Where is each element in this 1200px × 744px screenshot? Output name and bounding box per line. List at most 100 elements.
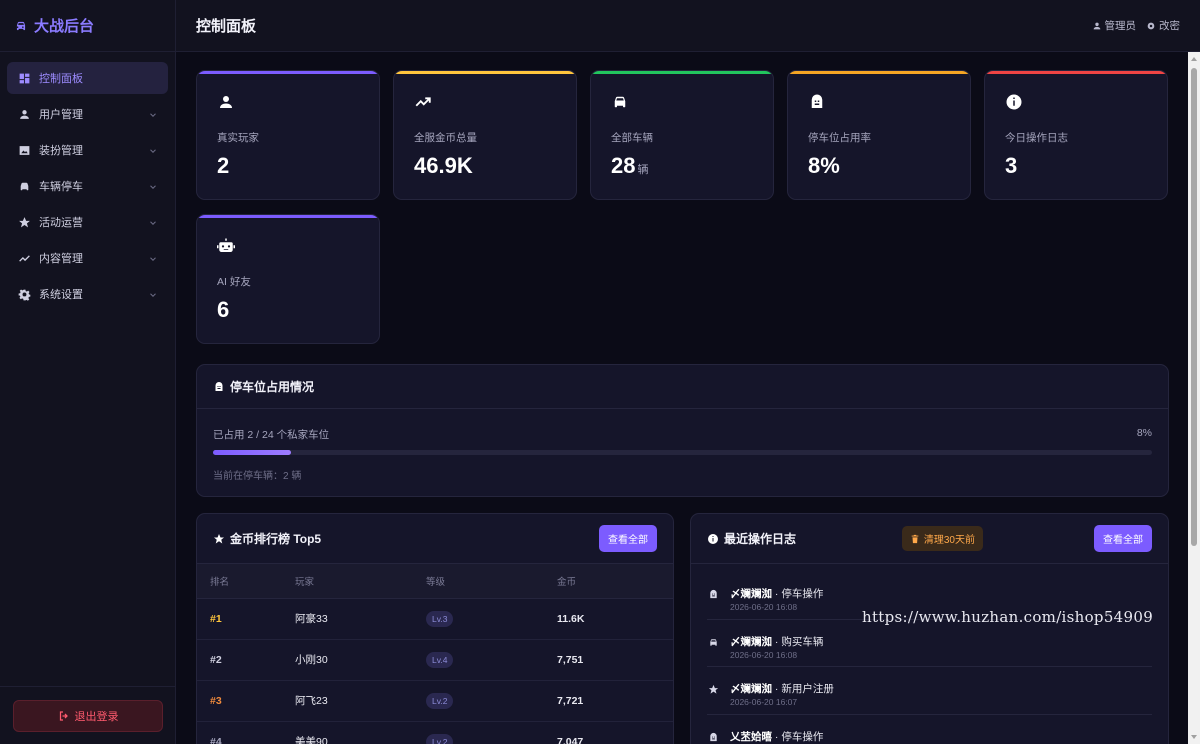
parking-icon	[213, 381, 225, 393]
panel-title: 停车位占用情况	[230, 380, 315, 394]
panel-title: 最近操作日志	[724, 532, 797, 546]
rank-cell: #2	[197, 639, 295, 681]
level-cell: Lv.4	[426, 639, 557, 681]
stat-label: 全服金币总量	[414, 132, 477, 144]
sidebar: 大战后台 控制面板 用户管理 装扮管理 车辆停车 活动运营 内容管理 系统设置 …	[0, 0, 176, 744]
coins-cell: 7,751	[557, 639, 673, 681]
table-row[interactable]: #1 阿豪33 Lv.3 11.6K	[197, 598, 673, 640]
occupancy-progress-fill	[213, 450, 291, 455]
logout-icon	[58, 710, 70, 722]
car-icon	[17, 179, 31, 193]
recent-logs-panel: 最近操作日志 清理30天前 查看全部 〆斓斓洳 · 停车操作 2026-06-2…	[690, 513, 1169, 744]
level-badge: Lv.3	[426, 610, 454, 627]
log-time: 2026-06-20 16:08	[730, 649, 798, 660]
list-item[interactable]: 〆斓斓洳 · 购买车辆 2026-06-20 16:08	[707, 620, 1152, 667]
parking-icon	[808, 93, 826, 111]
list-item[interactable]: 〆斓斓洳 · 新用户注册 2026-06-20 16:07	[707, 667, 1152, 715]
occupancy-progress-bar	[213, 450, 1152, 455]
chevron-down-icon	[148, 109, 158, 119]
change-password-label: 改密	[1159, 20, 1180, 32]
coins-cell: 11.6K	[557, 598, 673, 640]
clear-old-logs-button[interactable]: 清理30天前	[901, 526, 983, 551]
sidebar-item-outfits[interactable]: 装扮管理	[7, 134, 168, 166]
sidebar-item-vehicles[interactable]: 车辆停车	[7, 170, 168, 202]
log-title: 〆斓斓洳 · 新用户注册	[730, 683, 834, 695]
info-icon	[1005, 93, 1023, 111]
image-icon	[17, 143, 31, 157]
occupancy-note: 当前在停车辆：2 辆	[213, 471, 302, 482]
sidebar-item-events[interactable]: 活动运营	[7, 206, 168, 238]
stat-label: 全部车辆	[611, 132, 653, 144]
list-item[interactable]: 乂苤姶暿 · 停车操作	[707, 715, 1152, 744]
table-header-row: 排名 玩家 等级 金币	[197, 564, 673, 599]
table-row[interactable]: #3 阿飞23 Lv.2 7,721	[197, 680, 673, 722]
column-header[interactable]: 排名	[197, 564, 295, 599]
admin-label: 管理员	[1104, 20, 1137, 32]
user-icon	[17, 107, 31, 121]
column-header[interactable]: 玩家	[295, 564, 426, 599]
car-icon	[14, 19, 28, 33]
coins-cell: 7,721	[557, 680, 673, 722]
log-list: 〆斓斓洳 · 停车操作 2026-06-20 16:08 〆斓斓洳 · 购买车辆…	[691, 564, 1168, 744]
occupancy-percent: 8%	[1136, 427, 1152, 439]
panel-header: 停车位占用情况	[197, 365, 1168, 409]
brand[interactable]: 大战后台	[0, 0, 175, 52]
stat-card-vehicles: 全部车辆 28 辆	[590, 70, 774, 200]
table-row[interactable]: #2 小刚30 Lv.4 7,751	[197, 639, 673, 681]
info-icon	[707, 533, 719, 545]
stat-value: 46.9K	[414, 153, 473, 178]
view-all-ranking-button[interactable]: 查看全部	[599, 525, 657, 552]
level-cell: Lv.2	[426, 721, 557, 744]
trending-icon	[17, 251, 31, 265]
scroll-down-arrow[interactable]	[1191, 735, 1197, 739]
stat-accent	[394, 71, 576, 74]
logout-label: 退出登录	[74, 711, 119, 723]
sidebar-item-settings[interactable]: 系统设置	[7, 278, 168, 310]
sidebar-item-label: 控制面板	[39, 73, 83, 85]
chevron-down-icon	[148, 253, 158, 263]
stat-label: 真实玩家	[217, 132, 259, 144]
logout-button[interactable]: 退出登录	[13, 700, 163, 732]
scrollbar-thumb[interactable]	[1191, 68, 1197, 546]
sidebar-item-label: 活动运营	[39, 217, 83, 229]
star-icon	[213, 533, 225, 545]
sidebar-item-users[interactable]: 用户管理	[7, 98, 168, 130]
main-scrollbar[interactable]	[1188, 52, 1200, 744]
sidebar-item-label: 用户管理	[39, 109, 83, 121]
occupancy-text: 已占用 2 / 24 个私家车位	[213, 429, 330, 441]
log-title: 〆斓斓洳 · 停车操作	[730, 588, 824, 600]
column-header[interactable]: 金币	[557, 564, 673, 599]
table-row[interactable]: #4 美美90 Lv.2 7,047	[197, 721, 673, 744]
coin-ranking-panel: 金币排行榜 Top5 查看全部 排名 玩家 等级 金币 #1 阿豪33 Lv.3…	[196, 513, 674, 744]
sidebar-item-label: 内容管理	[39, 253, 83, 265]
sidebar-item-label: 系统设置	[39, 289, 83, 301]
admin-user-button[interactable]: 管理员	[1092, 18, 1137, 33]
player-cell: 阿飞23	[295, 680, 426, 722]
car-icon	[611, 93, 629, 111]
level-badge: Lv.4	[426, 651, 454, 668]
star-icon	[17, 215, 31, 229]
column-header[interactable]: 等级	[426, 564, 557, 599]
stat-value: 6	[217, 297, 230, 322]
view-all-logs-button[interactable]: 查看全部	[1094, 525, 1152, 552]
sidebar-nav: 控制面板 用户管理 装扮管理 车辆停车 活动运营 内容管理 系统设置	[0, 52, 175, 310]
stat-card-real-players: 真实玩家 2	[196, 70, 380, 200]
change-password-button[interactable]: 改密	[1146, 18, 1180, 33]
parking-icon	[708, 732, 720, 744]
player-cell: 小刚30	[295, 639, 426, 681]
level-badge: Lv.2	[426, 692, 454, 709]
star-icon	[708, 684, 720, 696]
scroll-up-arrow[interactable]	[1191, 57, 1197, 61]
log-title: 乂苤姶暿 · 停车操作	[730, 730, 824, 743]
page-title: 控制面板	[196, 18, 257, 35]
sidebar-item-label: 车辆停车	[39, 181, 83, 193]
log-time: 2026-06-20 16:08	[730, 602, 798, 612]
brand-name: 大战后台	[34, 18, 95, 35]
sidebar-item-dashboard[interactable]: 控制面板	[7, 62, 168, 94]
player-cell: 美美90	[295, 721, 426, 744]
stat-card-parking-rate: 停车位占用率 8%	[787, 70, 971, 200]
rank-cell: #1	[197, 598, 295, 640]
main-content: 真实玩家 2 全服金币总量 46.9K 全部车辆 28 辆 停车位占用率 8% 今…	[176, 52, 1188, 744]
chevron-down-icon	[148, 289, 158, 299]
sidebar-item-content[interactable]: 内容管理	[7, 242, 168, 274]
